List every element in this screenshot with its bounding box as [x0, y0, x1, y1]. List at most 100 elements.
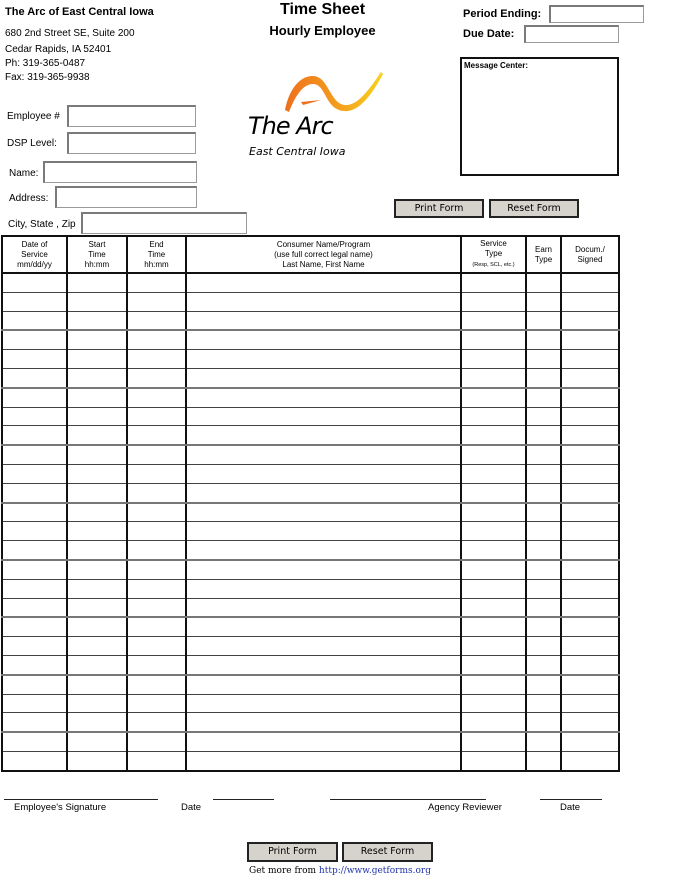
consumer-name-cell[interactable] — [185, 559, 462, 580]
start-time-cell[interactable] — [66, 712, 128, 734]
service-type-cell[interactable] — [460, 521, 527, 542]
date-cell[interactable] — [1, 502, 68, 523]
date-cell[interactable] — [1, 674, 68, 695]
documented-signed-cell[interactable] — [560, 425, 620, 447]
service-type-cell[interactable] — [460, 598, 527, 619]
consumer-name-cell[interactable] — [185, 655, 462, 676]
message-center[interactable]: Message Center: — [460, 57, 619, 176]
end-time-cell[interactable] — [126, 712, 187, 734]
consumer-name-cell[interactable] — [185, 311, 462, 332]
service-type-cell[interactable] — [460, 617, 527, 638]
date-cell[interactable] — [1, 579, 68, 599]
date-cell[interactable] — [1, 521, 68, 542]
consumer-name-cell[interactable] — [185, 712, 462, 734]
end-time-cell[interactable] — [126, 271, 187, 293]
earn-type-cell[interactable] — [525, 407, 562, 427]
date-cell[interactable] — [1, 292, 68, 312]
documented-signed-cell[interactable] — [560, 559, 620, 580]
consumer-name-cell[interactable] — [185, 598, 462, 619]
documented-signed-cell[interactable] — [560, 368, 620, 389]
consumer-name-cell[interactable] — [185, 292, 462, 312]
earn-type-cell[interactable] — [525, 521, 562, 542]
start-time-cell[interactable] — [66, 579, 128, 599]
documented-signed-cell[interactable] — [560, 732, 620, 752]
date-cell[interactable] — [1, 540, 68, 561]
start-time-cell[interactable] — [66, 694, 128, 714]
earn-type-cell[interactable] — [525, 540, 562, 561]
date-cell[interactable] — [1, 349, 68, 369]
end-time-cell[interactable] — [126, 292, 187, 312]
consumer-name-cell[interactable] — [185, 330, 462, 351]
consumer-name-cell[interactable] — [185, 483, 462, 504]
service-type-cell[interactable] — [460, 579, 527, 599]
end-time-cell[interactable] — [126, 368, 187, 389]
service-type-cell[interactable] — [460, 712, 527, 734]
end-time-cell[interactable] — [126, 732, 187, 752]
earn-type-cell[interactable] — [525, 271, 562, 293]
service-type-cell[interactable] — [460, 655, 527, 676]
end-time-cell[interactable] — [126, 579, 187, 599]
end-time-cell[interactable] — [126, 674, 187, 695]
end-time-cell[interactable] — [126, 483, 187, 504]
city-state-zip-input[interactable] — [81, 212, 247, 234]
date-cell[interactable] — [1, 751, 68, 772]
end-time-cell[interactable] — [126, 598, 187, 619]
consumer-name-cell[interactable] — [185, 694, 462, 714]
documented-signed-cell[interactable] — [560, 349, 620, 369]
consumer-name-cell[interactable] — [185, 445, 462, 465]
earn-type-cell[interactable] — [525, 292, 562, 312]
date-cell[interactable] — [1, 271, 68, 293]
consumer-name-cell[interactable] — [185, 674, 462, 695]
consumer-name-cell[interactable] — [185, 349, 462, 369]
start-time-cell[interactable] — [66, 674, 128, 695]
service-type-cell[interactable] — [460, 330, 527, 351]
consumer-name-cell[interactable] — [185, 407, 462, 427]
date-cell[interactable] — [1, 387, 68, 408]
date-cell[interactable] — [1, 559, 68, 580]
consumer-name-cell[interactable] — [185, 579, 462, 599]
end-time-cell[interactable] — [126, 655, 187, 676]
consumer-name-cell[interactable] — [185, 521, 462, 542]
earn-type-cell[interactable] — [525, 330, 562, 351]
print-form-button-bottom[interactable]: Print Form — [247, 842, 338, 862]
start-time-cell[interactable] — [66, 540, 128, 561]
service-type-cell[interactable] — [460, 636, 527, 656]
earn-type-cell[interactable] — [525, 655, 562, 676]
end-time-cell[interactable] — [126, 311, 187, 332]
documented-signed-cell[interactable] — [560, 712, 620, 734]
service-type-cell[interactable] — [460, 407, 527, 427]
documented-signed-cell[interactable] — [560, 694, 620, 714]
start-time-cell[interactable] — [66, 502, 128, 523]
name-input[interactable] — [43, 161, 197, 183]
start-time-cell[interactable] — [66, 598, 128, 619]
start-time-cell[interactable] — [66, 559, 128, 580]
end-time-cell[interactable] — [126, 694, 187, 714]
end-time-cell[interactable] — [126, 502, 187, 523]
earn-type-cell[interactable] — [525, 368, 562, 389]
end-time-cell[interactable] — [126, 464, 187, 484]
start-time-cell[interactable] — [66, 617, 128, 638]
documented-signed-cell[interactable] — [560, 483, 620, 504]
service-type-cell[interactable] — [460, 349, 527, 369]
consumer-name-cell[interactable] — [185, 271, 462, 293]
documented-signed-cell[interactable] — [560, 598, 620, 619]
documented-signed-cell[interactable] — [560, 655, 620, 676]
start-time-cell[interactable] — [66, 407, 128, 427]
documented-signed-cell[interactable] — [560, 292, 620, 312]
earn-type-cell[interactable] — [525, 387, 562, 408]
reset-form-button[interactable]: Reset Form — [489, 199, 579, 218]
service-type-cell[interactable] — [460, 387, 527, 408]
start-time-cell[interactable] — [66, 521, 128, 542]
documented-signed-cell[interactable] — [560, 579, 620, 599]
start-time-cell[interactable] — [66, 349, 128, 369]
print-form-button[interactable]: Print Form — [394, 199, 484, 218]
consumer-name-cell[interactable] — [185, 387, 462, 408]
footer-link[interactable]: http://www.getforms.org — [319, 866, 431, 876]
date-cell[interactable] — [1, 407, 68, 427]
service-type-cell[interactable] — [460, 483, 527, 504]
consumer-name-cell[interactable] — [185, 502, 462, 523]
start-time-cell[interactable] — [66, 445, 128, 465]
consumer-name-cell[interactable] — [185, 368, 462, 389]
period-ending-input[interactable] — [549, 5, 644, 23]
start-time-cell[interactable] — [66, 292, 128, 312]
